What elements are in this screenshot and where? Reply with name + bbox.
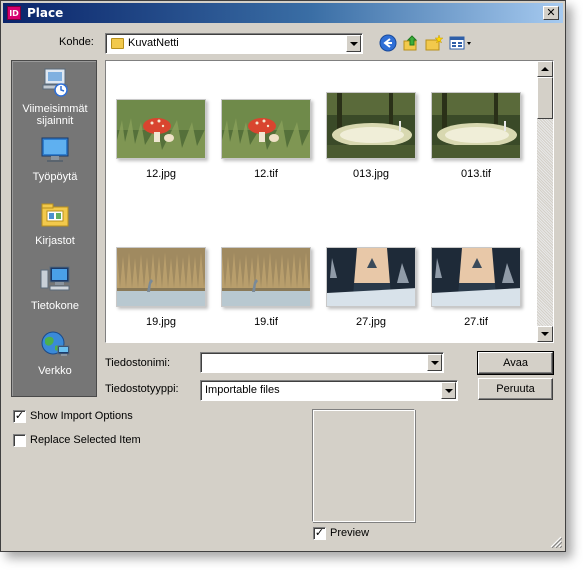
places-bar: Viimeisimmät sijainnit Työpöytä Kirjasto…: [11, 60, 97, 397]
mushroom-photo-thumbnail: [221, 99, 311, 159]
preview-checkbox[interactable]: ✓: [313, 527, 326, 540]
lookin-label: Kohde:: [59, 36, 94, 48]
file-item[interactable]: 19.jpg: [111, 247, 211, 328]
title-bar[interactable]: ID Place ✕: [3, 3, 563, 23]
forest-pond-photo-thumbnail: [326, 92, 416, 159]
place-recent[interactable]: Viimeisimmät sijainnit: [12, 67, 98, 127]
up-folder-icon[interactable]: [402, 34, 420, 52]
place-recent-label: Viimeisimmät sijainnit: [22, 103, 88, 127]
file-item[interactable]: 19.tif: [216, 247, 316, 328]
place-dialog: ID Place ✕ Kohde: KuvatNetti Viimeisimmä…: [0, 0, 566, 552]
forest-pond-photo-thumbnail: [431, 92, 521, 159]
filename-dropdown-button[interactable]: [427, 354, 442, 371]
heron-reeds-photo-thumbnail: [116, 247, 206, 307]
file-name: 12.jpg: [146, 168, 176, 180]
scroll-thumb[interactable]: [537, 77, 553, 119]
place-libraries-label: Kirjastot: [35, 235, 75, 247]
filetype-value: Importable files: [205, 384, 280, 396]
lookin-dropdown-button[interactable]: [346, 35, 361, 52]
lookin-value: KuvatNetti: [128, 37, 179, 49]
filename-combo[interactable]: [200, 352, 444, 373]
file-item[interactable]: 27.jpg: [321, 247, 421, 328]
filename-label: Tiedostonimi:: [105, 357, 171, 369]
file-name: 013.tif: [461, 168, 491, 180]
back-arrow-icon[interactable]: [379, 34, 397, 52]
folder-icon: [111, 38, 124, 49]
show-import-options-checkbox[interactable]: ✓: [13, 410, 26, 423]
open-button[interactable]: Avaa: [477, 351, 554, 375]
vertical-scrollbar[interactable]: [537, 61, 553, 342]
file-item[interactable]: 12.jpg: [111, 99, 211, 180]
file-name: 19.tif: [254, 316, 278, 328]
show-import-options-label: Show Import Options: [30, 410, 133, 422]
computer-icon: [40, 266, 70, 291]
indesign-app-icon: ID: [7, 6, 21, 20]
file-name: 27.tif: [464, 316, 488, 328]
file-item[interactable]: 013.jpg: [321, 92, 421, 180]
place-computer-label: Tietokone: [31, 300, 79, 312]
libraries-icon: [41, 203, 69, 227]
cancel-button[interactable]: Peruuta: [478, 378, 553, 400]
file-name: 19.jpg: [146, 316, 176, 328]
file-item[interactable]: 013.tif: [426, 92, 526, 180]
file-name: 27.jpg: [356, 316, 386, 328]
window-title: Place: [27, 6, 64, 20]
place-libraries[interactable]: Kirjastot: [12, 199, 98, 247]
filetype-dropdown-button[interactable]: [441, 382, 456, 399]
preview-label: Preview: [330, 527, 370, 539]
place-network[interactable]: Verkko: [12, 329, 98, 377]
network-icon: [41, 331, 70, 356]
place-network-label: Verkko: [38, 365, 72, 377]
scroll-down-button[interactable]: [537, 326, 553, 342]
filetype-label: Tiedostotyyppi:: [105, 383, 179, 395]
new-folder-icon[interactable]: [425, 34, 443, 52]
file-item[interactable]: 12.tif: [216, 99, 316, 180]
file-item[interactable]: 27.tif: [426, 247, 526, 328]
desktop-icon: [41, 137, 69, 162]
filetype-combo[interactable]: Importable files: [200, 380, 458, 401]
winter-forest-photo-thumbnail: [431, 247, 521, 307]
file-name: 12.tif: [254, 168, 278, 180]
close-button[interactable]: ✕: [543, 6, 559, 20]
scroll-up-button[interactable]: [537, 61, 553, 77]
place-desktop[interactable]: Työpöytä: [12, 135, 98, 183]
replace-selected-item-checkbox[interactable]: [13, 434, 26, 447]
file-list[interactable]: 12.jpg 12.tif 013.jpg 013.tif 19.jpg 19.…: [105, 60, 554, 343]
replace-selected-item-label: Replace Selected Item: [30, 434, 141, 446]
recent-places-icon: [42, 68, 68, 97]
place-desktop-label: Työpöytä: [32, 171, 78, 183]
resize-grip-icon[interactable]: [550, 536, 562, 548]
preview-area: [312, 409, 415, 522]
view-menu-icon[interactable]: [449, 34, 473, 52]
mushroom-photo-thumbnail: [116, 99, 206, 159]
place-computer[interactable]: Tietokone: [12, 264, 98, 312]
lookin-combo[interactable]: KuvatNetti: [105, 33, 363, 54]
file-name: 013.jpg: [352, 168, 390, 180]
winter-forest-photo-thumbnail: [326, 247, 416, 307]
heron-reeds-photo-thumbnail: [221, 247, 311, 307]
